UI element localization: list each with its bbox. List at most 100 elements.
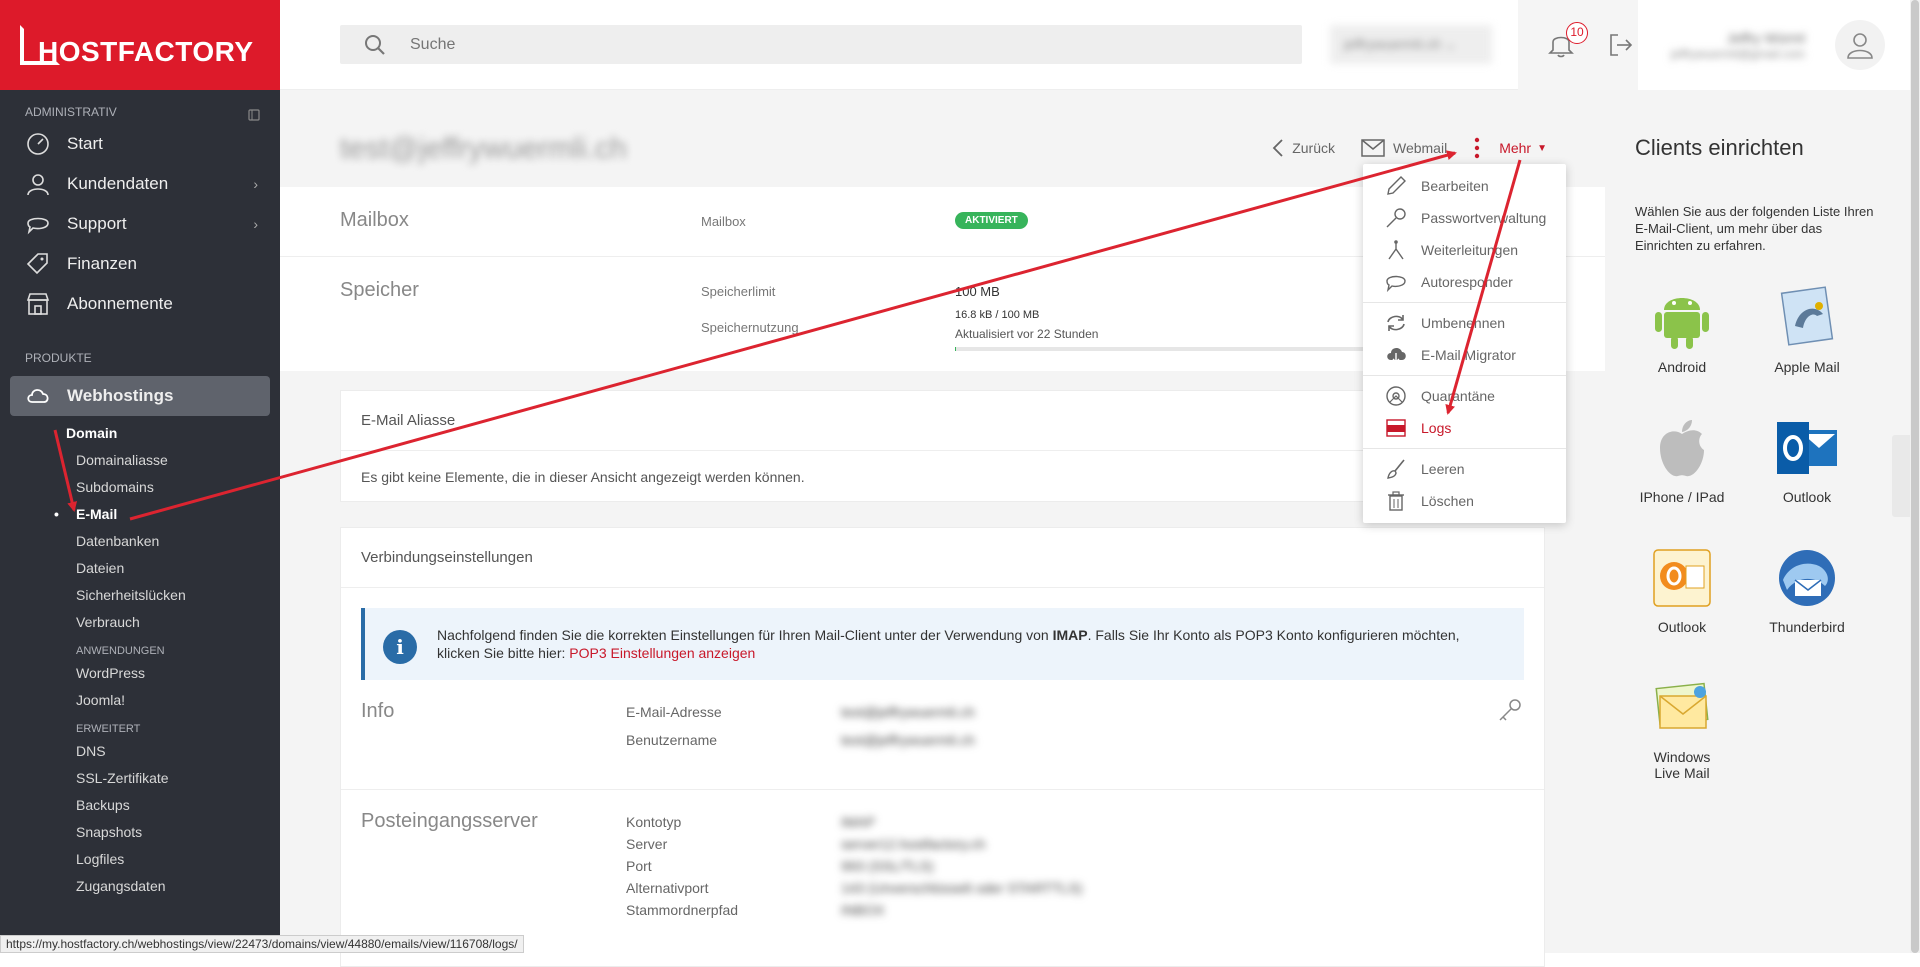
sidebar-item-datenbanken[interactable]: Datenbanken [0, 528, 280, 555]
menu-item-autoresponder[interactable]: Autoresponder [1363, 266, 1566, 298]
client-label: Apple Mail [1774, 359, 1840, 375]
sidebar-item-verbrauch[interactable]: Verbrauch [0, 609, 280, 636]
menu-item-label: Leeren [1421, 461, 1465, 477]
back-button[interactable]: Zurück [1272, 138, 1335, 158]
incoming-section-title: Posteingangsserver [361, 810, 538, 832]
top-actions: 10 Jeffry Würml jeffrywuermli@gmail.com [1518, 0, 1910, 90]
sidebar-item-domain[interactable]: Domain [0, 420, 280, 447]
sidebar-item-webhostings[interactable]: Webhostings [10, 376, 270, 416]
info-text: Nachfolgend finden Sie die korrekten Ein… [437, 627, 1053, 643]
apple-mail-icon [1774, 285, 1840, 351]
sidebar-item-dateien[interactable]: Dateien [0, 555, 280, 582]
sidebar-item-logfiles[interactable]: Logfiles [0, 846, 280, 873]
client-android[interactable]: Android [1627, 285, 1737, 375]
sidebar-item-dns[interactable]: DNS [0, 738, 280, 765]
menu-item-loeschen[interactable]: Löschen [1363, 485, 1566, 517]
sidebar-item-email[interactable]: E-Mail [0, 501, 280, 528]
client-iphone[interactable]: IPhone / IPad [1627, 415, 1737, 505]
search-input[interactable] [410, 35, 1210, 54]
type-value: IMAP [841, 814, 876, 830]
outlook-legacy-icon [1649, 545, 1715, 611]
outlook-icon [1774, 415, 1840, 481]
sidebar-item-ssl[interactable]: SSL-Zertifikate [0, 765, 280, 792]
client-outlook-legacy[interactable]: Outlook [1627, 545, 1737, 635]
sidebar-item-finanzen[interactable]: Finanzen [0, 244, 280, 284]
menu-item-weiterleitungen[interactable]: Weiterleitungen [1363, 234, 1566, 266]
sidebar-item-zugangsdaten[interactable]: Zugangsdaten [0, 873, 280, 900]
broom-icon [1383, 458, 1409, 480]
menu-item-bearbeiten[interactable]: Bearbeiten [1363, 170, 1566, 202]
client-outlook[interactable]: Outlook [1752, 415, 1862, 505]
server-label: Server [626, 836, 668, 852]
username-label: Benutzername [626, 732, 718, 748]
sidebar-item-backups[interactable]: Backups [0, 792, 280, 819]
menu-item-quarantaene[interactable]: Quarantäne [1363, 380, 1566, 412]
client-label: Android [1657, 359, 1707, 375]
mailbox-section-title: Mailbox [340, 209, 409, 231]
type-label: Kontotyp [626, 814, 682, 830]
logout-icon[interactable] [1608, 32, 1634, 63]
sidebar-item-support[interactable]: Support › [0, 204, 280, 244]
pop3-settings-link[interactable]: POP3 Einstellungen anzeigen [569, 645, 755, 661]
webmail-label: Webmail [1392, 140, 1448, 156]
menu-item-migrator[interactable]: E-Mail Migrator [1363, 339, 1566, 371]
menu-item-logs[interactable]: Logs [1363, 412, 1566, 444]
client-label: Outlook [1657, 619, 1707, 635]
store-icon [25, 292, 55, 316]
menu-item-label: Löschen [1421, 493, 1474, 509]
webmail-button[interactable]: Webmail [1361, 139, 1447, 157]
client-thunderbird[interactable]: Thunderbird [1752, 545, 1862, 635]
refresh-icon [1383, 312, 1409, 334]
logo-mark [20, 25, 60, 65]
client-apple-mail[interactable]: Apple Mail [1752, 285, 1862, 375]
section-extended: ERWEITERT [76, 723, 141, 735]
sidebar-item-wordpress[interactable]: WordPress [0, 660, 280, 687]
windows-live-mail-icon [1649, 675, 1715, 741]
section-admin: ADMINISTRATIV [25, 105, 117, 119]
sidebar-item-sicherheitsluecken[interactable]: Sicherheitslücken [0, 582, 280, 609]
sidebar-item-abonnemente[interactable]: Abonnemente [0, 284, 280, 324]
sidebar-item-domainaliasse[interactable]: Domainaliasse [0, 447, 280, 474]
feedback-tab[interactable] [1892, 435, 1910, 517]
apple-icon [1649, 415, 1715, 481]
user-menu[interactable]: Jeffry Würml jeffrywuermli@gmail.com [1638, 0, 1910, 90]
cloud-download-icon [1383, 344, 1409, 366]
thunderbird-icon [1774, 545, 1840, 611]
avatar[interactable] [1835, 20, 1885, 70]
log-icon [1383, 417, 1409, 439]
sidebar-item-subdomains[interactable]: Subdomains [0, 474, 280, 501]
storage-limit-label: Speicherlimit [701, 284, 776, 299]
logo[interactable]: HOSTFACTORY [0, 0, 280, 90]
biohazard-icon [1383, 385, 1409, 407]
menu-item-label: Logs [1421, 420, 1452, 436]
menu-item-label: E-Mail Migrator [1421, 347, 1516, 363]
menu-item-passwortverwaltung[interactable]: Passwortverwaltung [1363, 202, 1566, 234]
sidebar-item-start[interactable]: Start [0, 124, 280, 164]
menu-item-umbenennen[interactable]: Umbenennen [1363, 307, 1566, 339]
menu-item-label: Umbenennen [1421, 315, 1506, 331]
menu-item-leeren[interactable]: Leeren [1363, 453, 1566, 485]
scrollbar[interactable] [1910, 0, 1920, 953]
chat-icon [25, 212, 55, 236]
speech-bubble-icon [1383, 271, 1409, 293]
search-bar[interactable] [340, 25, 1302, 64]
info-section-title: Info [361, 700, 395, 722]
sidebar-item-label: Kundendaten [67, 174, 169, 193]
sidebar-item-snapshots[interactable]: Snapshots [0, 819, 280, 846]
status-badge: AKTIVIERT [955, 212, 1028, 229]
key-icon[interactable] [1498, 698, 1522, 727]
imap-info-box: i Nachfolgend finden Sie die korrekten E… [361, 608, 1524, 680]
client-windows-live-mail[interactable]: Windows Live Mail [1627, 675, 1737, 781]
more-button[interactable]: Mehr ▼ [1473, 137, 1547, 159]
client-label: Windows Live Mail [1653, 749, 1711, 781]
port-value: 993 (SSL/TLS) [841, 858, 934, 874]
incoming-section: Posteingangsserver Kontotyp IMAP Server … [341, 790, 1544, 940]
sidebar-item-joomla[interactable]: Joomla! [0, 687, 280, 714]
chevron-right-icon: › [253, 176, 258, 192]
menu-divider [1363, 302, 1566, 303]
back-label: Zurück [1292, 140, 1335, 156]
account-select[interactable]: jeffrywuermli.ch ⌄ [1330, 25, 1492, 64]
sidebar-item-kundendaten[interactable]: Kundendaten › [0, 164, 280, 204]
scrollbar-thumb[interactable] [1911, 0, 1919, 953]
notification-badge[interactable]: 10 [1566, 22, 1588, 44]
